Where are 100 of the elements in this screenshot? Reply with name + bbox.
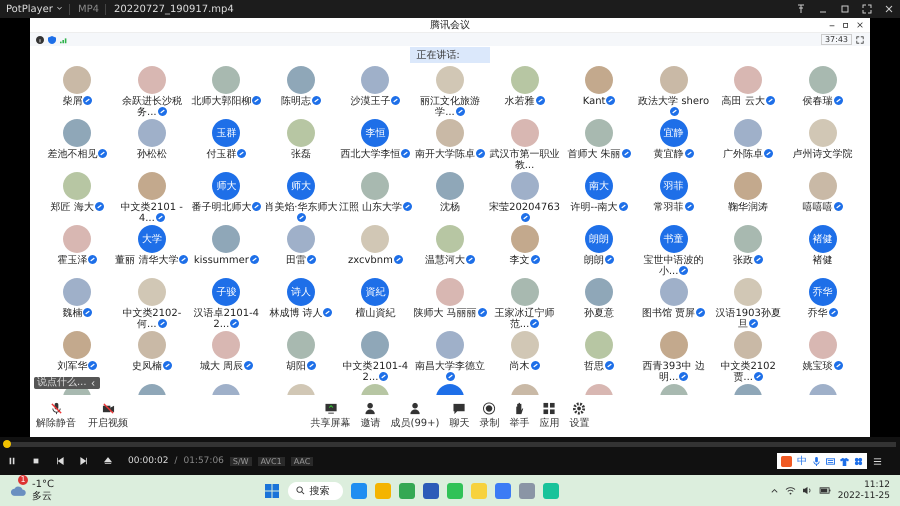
participant-name: 王家冰辽宁师范... (494, 308, 555, 330)
toolbar-button[interactable]: 录制 (477, 401, 502, 431)
record-icon (482, 402, 496, 415)
battery-icon[interactable] (818, 486, 832, 495)
participant-name: 李文 (510, 255, 530, 266)
codec-tag: S/W (230, 456, 252, 466)
speaker-icon[interactable] (802, 486, 813, 495)
person-icon (408, 402, 422, 415)
participant-name: 付玉群 (206, 149, 236, 160)
avatar-photo-placeholder (436, 172, 464, 200)
toolbar-button[interactable]: 设置 (567, 401, 592, 431)
avatar-photo-placeholder (734, 172, 762, 200)
current-time: 00:00:02 (128, 456, 168, 466)
app-icon[interactable] (495, 482, 512, 498)
previous-icon[interactable] (56, 457, 64, 465)
next-icon[interactable] (80, 457, 88, 465)
avatar-photo-placeholder (585, 331, 614, 359)
participant-name: 柴屑 (62, 96, 82, 107)
avatar-photo-placeholder (361, 66, 390, 94)
participant-name: 陕师大 马丽丽 (413, 308, 477, 319)
avatar-photo-placeholder (808, 331, 837, 359)
ime-mode[interactable]: 中 (797, 454, 807, 468)
toolbar-button[interactable]: 共享屏幕 (308, 401, 353, 431)
participant-name: 温慧河大 (424, 255, 465, 266)
app-icon[interactable] (399, 482, 416, 498)
toolbar-button[interactable]: 应用 (537, 401, 562, 431)
toolbar-button[interactable]: 解除静音 (34, 401, 78, 431)
text-avatar: 诗人 (286, 278, 315, 306)
pin-icon[interactable] (796, 4, 806, 14)
toolbar-button[interactable]: 聊天 (447, 401, 472, 431)
avatar-photo-placeholder (63, 66, 92, 94)
avatar-photo-placeholder (734, 225, 762, 253)
chevron-up-icon[interactable] (770, 486, 779, 495)
participant-name: 魏楠 (62, 308, 82, 319)
text-avatar: 大学 (138, 225, 166, 253)
info-icon[interactable] (36, 36, 44, 44)
codec-tag: AAC (290, 456, 314, 466)
chat-input-field[interactable]: 说点什么... (34, 377, 100, 389)
avatar-photo-placeholder (510, 225, 539, 253)
eject-icon[interactable] (104, 457, 112, 465)
participant-name: Kant (582, 96, 606, 107)
participant-name: 宋莹20204763 (489, 202, 560, 213)
avatar-photo-placeholder (212, 331, 240, 359)
pause-icon[interactable] (8, 457, 16, 465)
text-avatar: 褚健 (808, 225, 837, 253)
mic-icon[interactable] (812, 456, 821, 466)
start-icon[interactable] (264, 482, 280, 498)
avatar-photo-placeholder (63, 278, 92, 306)
shirt-icon[interactable] (840, 456, 849, 466)
notification-badge: 1 (18, 474, 28, 484)
avatar-photo-placeholder (660, 278, 688, 306)
avatar-photo-placeholder (436, 278, 464, 306)
participant-name: 沈杨 (440, 202, 460, 213)
participant-name: 许明--南大 (570, 202, 618, 213)
stop-icon[interactable] (32, 457, 40, 465)
chat-placeholder: 说点什么... (37, 377, 87, 389)
maximize-icon[interactable] (840, 4, 850, 14)
toolbar-button[interactable]: 成员(99+) (388, 401, 442, 431)
toolbar-button[interactable]: 举手 (507, 401, 532, 431)
muted-mic-icon (50, 402, 62, 415)
search-field[interactable]: 搜索 (288, 482, 344, 500)
participant-name: 姚宝琰 (802, 361, 833, 372)
shield-icon[interactable] (48, 36, 56, 44)
menu-icon[interactable] (873, 456, 882, 466)
participant-name: 余跃进长沙税务... (122, 96, 182, 118)
avatar-photo-placeholder (286, 66, 315, 94)
app-icon[interactable] (423, 482, 440, 498)
app-menu[interactable]: PotPlayer (6, 4, 70, 14)
participant-name: 图书馆 贾屏 (642, 308, 696, 319)
wifi-icon[interactable] (784, 486, 796, 495)
fullscreen-icon[interactable] (856, 36, 864, 44)
avatar-photo-placeholder (660, 331, 688, 359)
keyboard-icon[interactable] (826, 456, 835, 466)
participant-name: 胡阳 (286, 361, 306, 372)
collapse-icon[interactable] (90, 380, 97, 386)
meeting-timer: 37:43 (820, 34, 852, 45)
avatar-photo-placeholder (212, 225, 240, 253)
app-icon[interactable] (351, 482, 368, 498)
toolbar-button[interactable]: 邀请 (358, 401, 383, 431)
participant-name: 卢州诗文学院 (792, 149, 853, 160)
settings-icon (572, 402, 586, 415)
avatar-photo-placeholder (286, 331, 315, 359)
clock[interactable]: 11:12 2022-11-25 (838, 480, 890, 502)
restore-icon[interactable] (842, 21, 850, 29)
participant-name: 田雷 (286, 255, 306, 266)
search-icon (296, 486, 306, 495)
participant-name: 侯春瑞 (802, 96, 833, 107)
avatar-photo-placeholder (63, 119, 92, 147)
participant-name: 林成博 诗人 (269, 308, 322, 319)
avatar-photo-placeholder (286, 119, 315, 147)
text-avatar: 师大 (286, 172, 315, 200)
participant-name: 张磊 (290, 149, 311, 160)
avatar-photo-placeholder (436, 66, 464, 94)
avatar-photo-placeholder (138, 66, 166, 94)
s-logo-icon[interactable] (781, 456, 792, 466)
avatar-photo-placeholder (510, 172, 539, 200)
grid-icon[interactable] (854, 456, 863, 466)
avatar-photo-placeholder (138, 172, 166, 200)
close-icon[interactable] (856, 21, 864, 29)
toolbar-button[interactable]: 开启视频 (86, 401, 130, 431)
